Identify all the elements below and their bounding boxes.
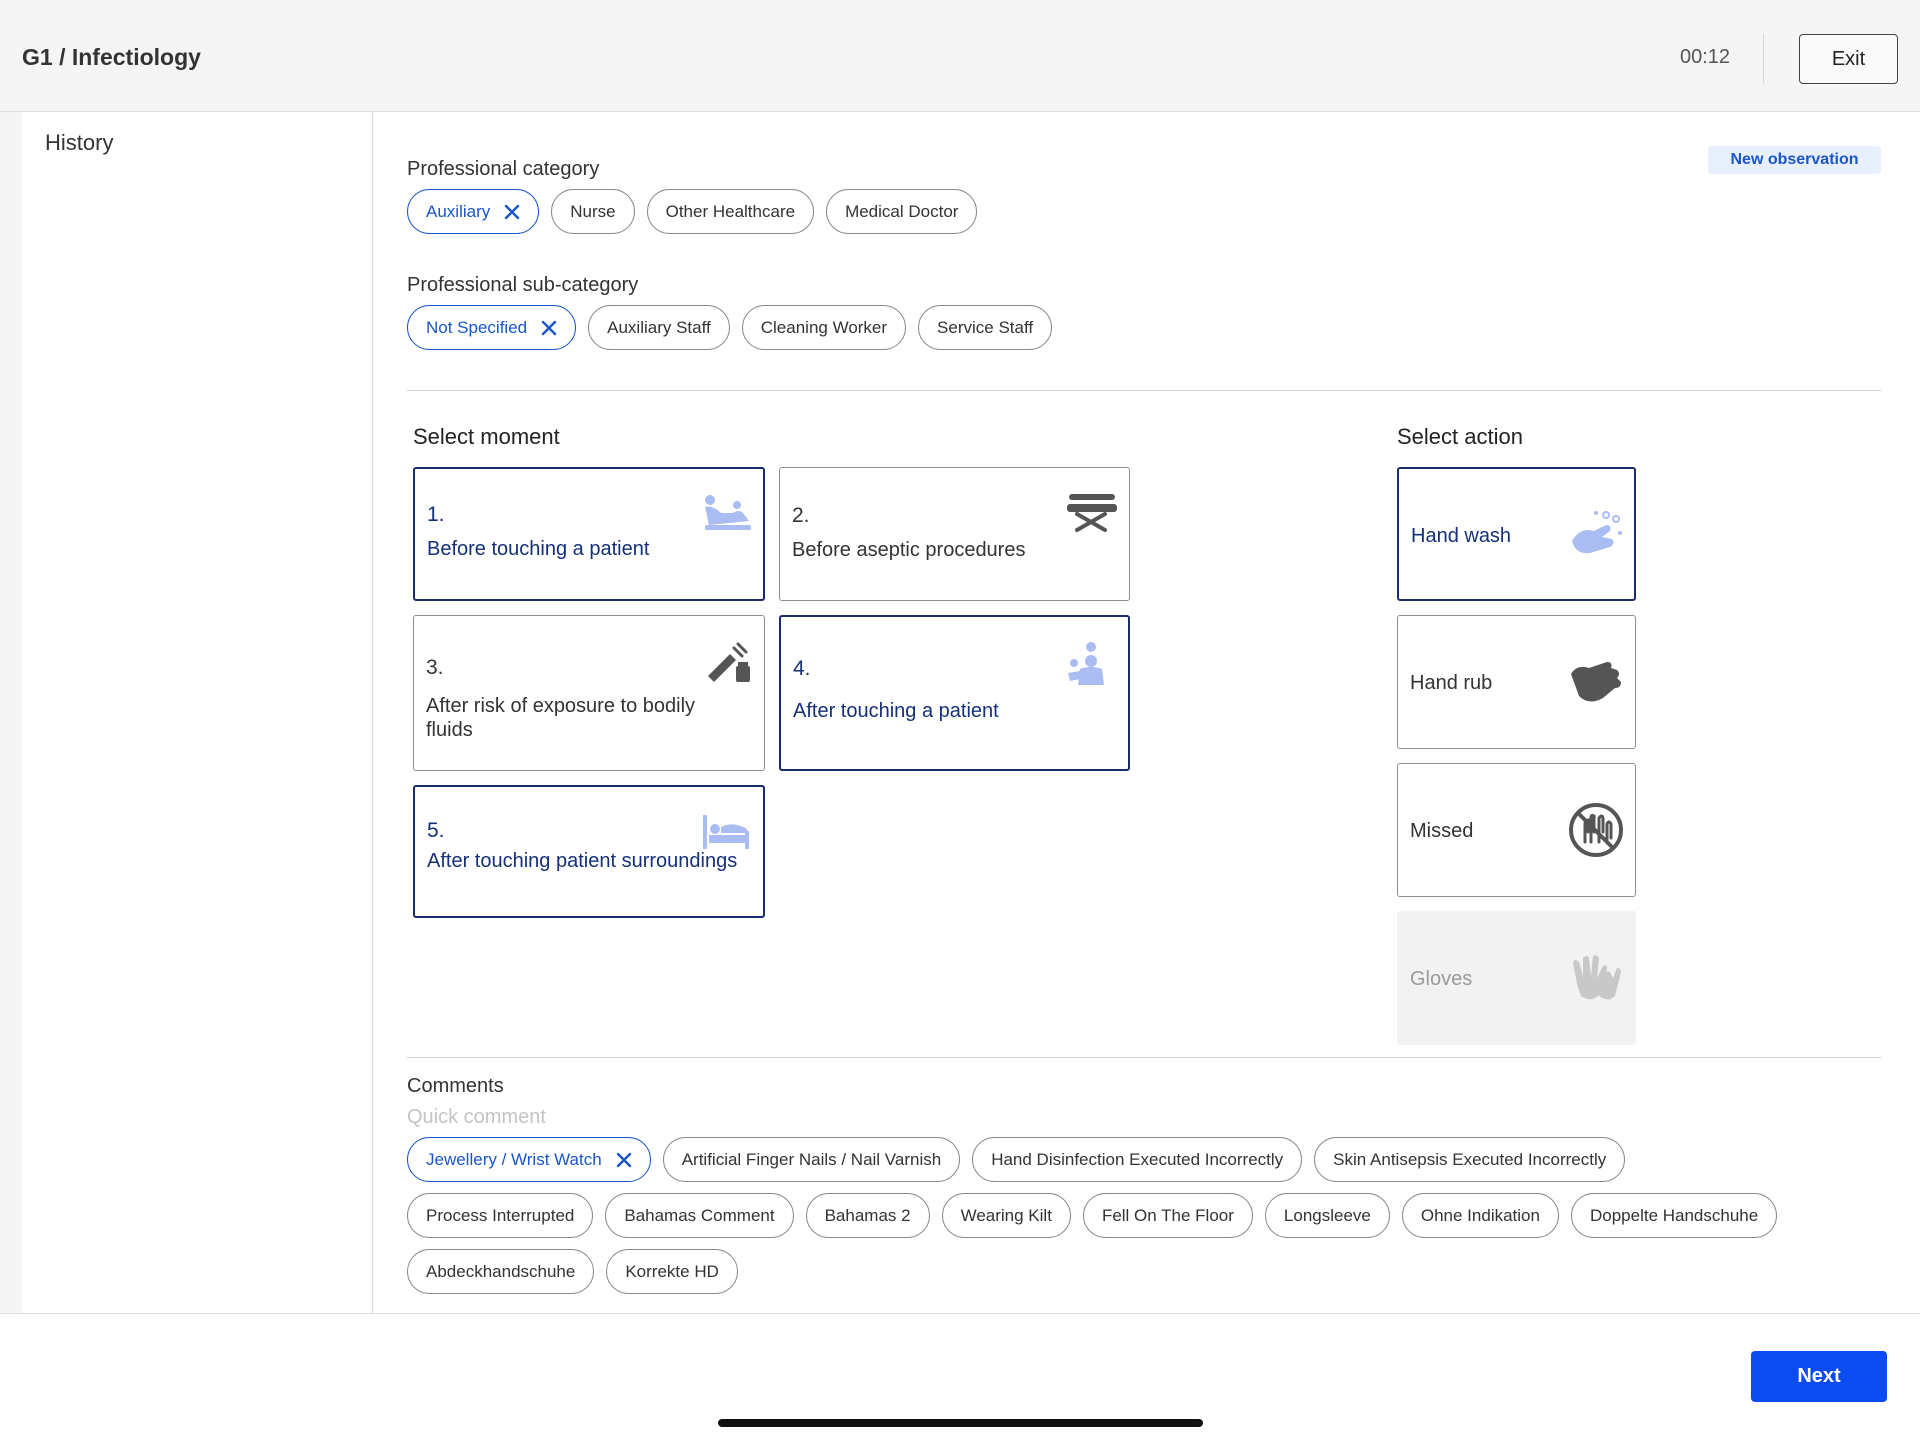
- next-button[interactable]: Next: [1751, 1351, 1887, 1402]
- moment-card-1[interactable]: 1. Before touching a patient: [413, 467, 765, 601]
- professional-subcategory-chips: Not Specified Auxiliary Staff Cleaning W…: [407, 305, 1053, 350]
- comments-label: Comments: [407, 1075, 504, 1097]
- moment-label: After touching a patient: [793, 700, 999, 722]
- header-divider: [1763, 34, 1764, 84]
- moment-number: 3.: [426, 656, 444, 679]
- action-missed[interactable]: Missed: [1397, 763, 1636, 897]
- moment-card-2[interactable]: 2. Before aseptic procedures: [779, 467, 1130, 601]
- hand-rub-icon: [1571, 662, 1621, 702]
- moment-label: After risk of exposure to bodily fluids: [426, 695, 696, 741]
- chip-other-healthcare[interactable]: Other Healthcare: [646, 189, 815, 234]
- quick-comment-input[interactable]: Quick comment: [407, 1106, 546, 1129]
- chip-wearing-kilt[interactable]: Wearing Kilt: [941, 1193, 1071, 1238]
- moment-number: 5.: [427, 819, 445, 842]
- gloves-icon: [1573, 955, 1621, 1000]
- moment-label: Before aseptic procedures: [792, 539, 1026, 561]
- chip-ohne-indikation[interactable]: Ohne Indikation: [1401, 1193, 1559, 1238]
- syringe-fluids-icon: [708, 642, 750, 682]
- chip-bahamas-2[interactable]: Bahamas 2: [805, 1193, 930, 1238]
- close-icon[interactable]: [541, 320, 557, 336]
- new-observation-badge: New observation: [1708, 146, 1881, 174]
- comment-chips-row-3: Abdeckhandschuhe Korrekte HD: [407, 1249, 738, 1294]
- doctor-patient-icon: [1068, 642, 1104, 685]
- section-divider: [407, 390, 1881, 391]
- moment-card-5[interactable]: 5. After touching patient surroundings: [413, 785, 765, 918]
- chip-bahamas-comment[interactable]: Bahamas Comment: [605, 1193, 794, 1238]
- chip-jewellery-wrist-watch[interactable]: Jewellery / Wrist Watch: [407, 1137, 651, 1182]
- professional-category-chips: Auxiliary Nurse Other Healthcare Medical…: [407, 189, 978, 234]
- chip-service-staff[interactable]: Service Staff: [918, 305, 1053, 350]
- hand-wash-icon: [1572, 511, 1622, 554]
- aseptic-procedure-icon: [1067, 494, 1117, 532]
- close-icon[interactable]: [504, 204, 520, 220]
- moment-number: 1.: [427, 503, 445, 526]
- action-hand-wash[interactable]: Hand wash: [1397, 467, 1636, 601]
- select-action-label: Select action: [1397, 424, 1523, 449]
- missed-icon: [1569, 803, 1623, 857]
- chip-longsleeve[interactable]: Longsleeve: [1264, 1193, 1390, 1238]
- top-bar: G1 / Infectiology 00:12 Exit: [0, 0, 1920, 112]
- chip-label: Jewellery / Wrist Watch: [426, 1149, 602, 1169]
- moment-number: 2.: [792, 504, 810, 527]
- chip-nurse[interactable]: Nurse: [551, 189, 635, 234]
- session-timer: 00:12: [1680, 46, 1731, 68]
- chip-korrekte-hd[interactable]: Korrekte HD: [606, 1249, 738, 1294]
- section-divider: [407, 1057, 1881, 1058]
- chip-medical-doctor[interactable]: Medical Doctor: [826, 189, 978, 234]
- comment-chips-row-2: Process Interrupted Bahamas Comment Baha…: [407, 1193, 1778, 1238]
- patient-touch-icon: [705, 495, 751, 530]
- action-label: Gloves: [1410, 968, 1473, 990]
- chip-auxiliary-staff[interactable]: Auxiliary Staff: [588, 305, 730, 350]
- action-label: Missed: [1410, 820, 1474, 842]
- moment-label: Before touching a patient: [427, 538, 650, 560]
- chip-abdeckhandschuhe[interactable]: Abdeckhandschuhe: [407, 1249, 595, 1294]
- moment-number: 4.: [793, 657, 811, 680]
- select-moment-label: Select moment: [413, 424, 560, 449]
- action-hand-rub[interactable]: Hand rub: [1397, 615, 1636, 749]
- moment-card-3[interactable]: 3. After risk of exposure to bodily flui…: [413, 615, 765, 771]
- chip-skin-antisepsis-incorrect[interactable]: Skin Antisepsis Executed Incorrectly: [1314, 1137, 1626, 1182]
- exit-button[interactable]: Exit: [1799, 34, 1898, 84]
- chip-not-specified[interactable]: Not Specified: [407, 305, 577, 350]
- professional-subcategory-label: Professional sub-category: [407, 274, 639, 296]
- chip-doppelte-handschuhe[interactable]: Doppelte Handschuhe: [1570, 1193, 1778, 1238]
- chip-process-interrupted[interactable]: Process Interrupted: [407, 1193, 594, 1238]
- history-label[interactable]: History: [45, 130, 113, 156]
- chip-label: Not Specified: [426, 317, 528, 337]
- chip-fell-on-the-floor[interactable]: Fell On The Floor: [1082, 1193, 1253, 1238]
- page-title: G1 / Infectiology: [22, 44, 201, 70]
- professional-category-label: Professional category: [407, 158, 600, 180]
- hospital-bed-icon: [703, 815, 749, 849]
- chip-auxiliary[interactable]: Auxiliary: [407, 189, 540, 234]
- chip-hand-disinfection-incorrect[interactable]: Hand Disinfection Executed Incorrectly: [972, 1137, 1303, 1182]
- chip-cleaning-worker[interactable]: Cleaning Worker: [741, 305, 907, 350]
- history-sidebar: History: [22, 112, 373, 1313]
- action-label: Hand rub: [1410, 672, 1493, 694]
- close-icon[interactable]: [616, 1152, 632, 1168]
- chip-artificial-finger-nails[interactable]: Artificial Finger Nails / Nail Varnish: [662, 1137, 961, 1182]
- home-indicator[interactable]: [718, 1419, 1203, 1427]
- chip-label: Auxiliary: [426, 201, 491, 221]
- action-label: Hand wash: [1411, 525, 1512, 547]
- action-gloves: Gloves: [1397, 911, 1636, 1045]
- comment-chips-row-1: Jewellery / Wrist Watch Artificial Finge…: [407, 1137, 1626, 1182]
- moment-card-4[interactable]: 4. After touching a patient: [779, 615, 1130, 771]
